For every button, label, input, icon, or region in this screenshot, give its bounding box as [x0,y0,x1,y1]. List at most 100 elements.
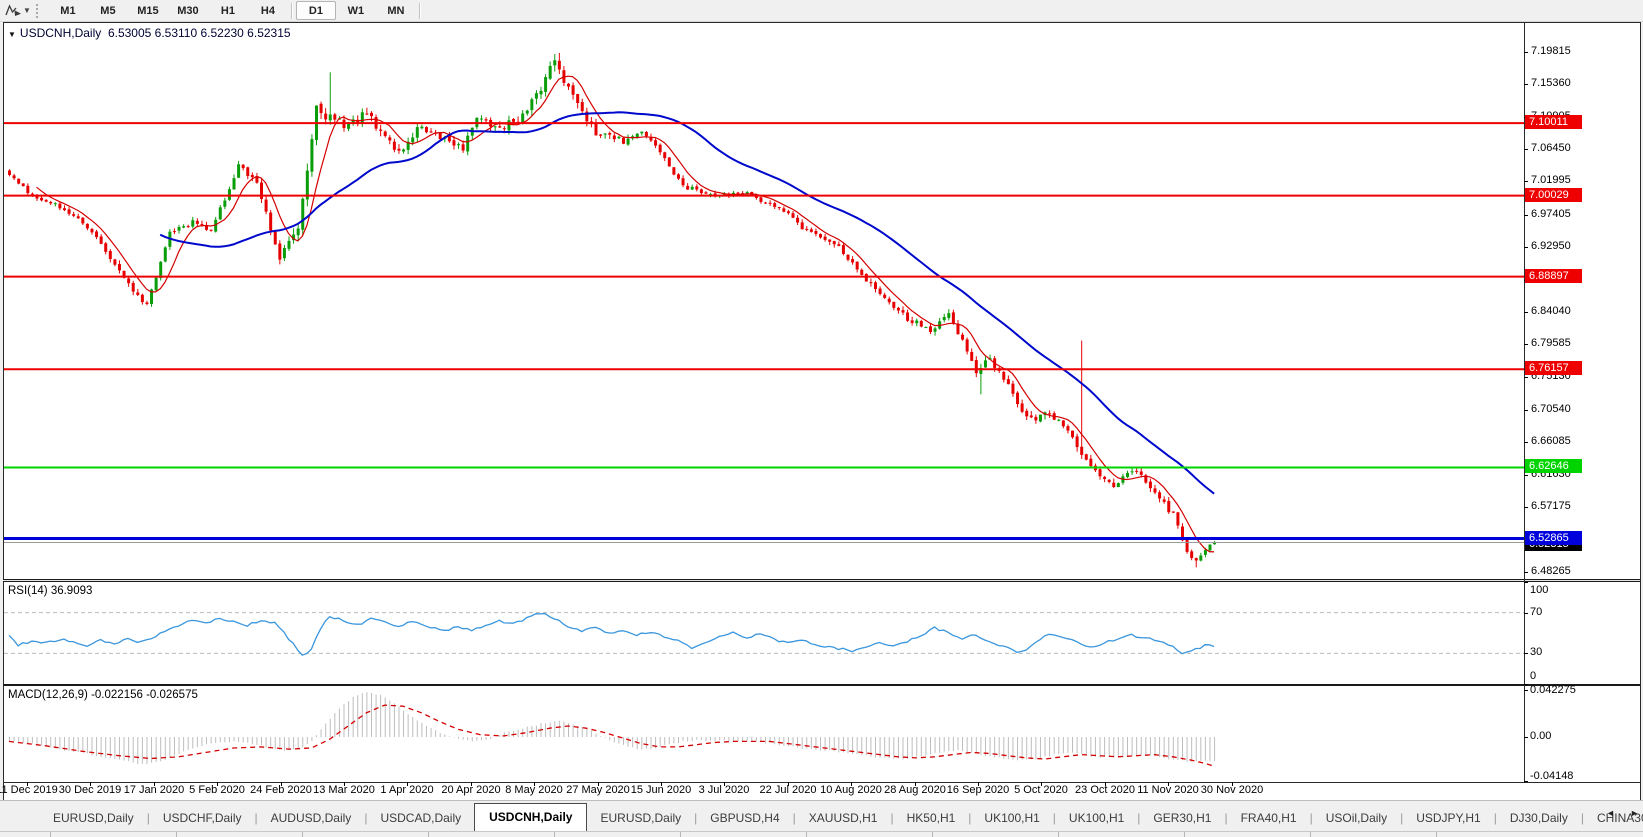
toolbar-separator [291,3,293,19]
price-tick-mark [1524,344,1528,345]
chart-tab-dj30-daily[interactable]: DJ30,Daily [1497,806,1581,831]
level-price-label: 6.52865 [1525,531,1582,545]
timeframe-button-w1[interactable]: W1 [336,1,376,20]
price-tick-mark [1524,442,1528,443]
chart-tab-usdchf-daily[interactable]: USDCHF,Daily [150,806,255,831]
macd-tick-mark [1524,690,1528,691]
price-tick-mark [1524,572,1528,573]
time-tick-label: 11 Nov 2020 [1137,784,1199,796]
macd-tick-label: 0.042275 [1530,684,1576,696]
time-tick-label: 27 May 2020 [566,784,630,796]
chart-tab-hk50-h1[interactable]: HK50,H1 [894,806,969,831]
tabs-scroll-right-icon[interactable]: ► [1630,808,1639,818]
tabs-scroll-left-icon[interactable]: ◄ [1606,808,1615,818]
chart-tab-eurusd-daily[interactable]: EURUSD,Daily [40,806,147,831]
time-tick-label: 30 Nov 2020 [1201,784,1263,796]
strip-separator [302,832,303,837]
chart-symbol: USDCNH,Daily [20,26,101,40]
strip-separator [176,832,177,837]
chart-tab-usdcnh-daily[interactable]: USDCNH,Daily [474,803,587,831]
price-axis-line[interactable] [1524,22,1525,782]
level-price-label: 6.62646 [1525,459,1582,473]
time-tick-label: 16 Sep 2020 [947,784,1009,796]
strip-separator [1058,832,1059,837]
strip-separator [806,832,807,837]
time-tick-label: 10 Aug 2020 [820,784,882,796]
macd-label: MACD(12,26,9) -0.022156 -0.026575 [8,689,198,701]
price-tick-label: 6.70540 [1531,403,1571,415]
panel-splitter-main-rsi[interactable] [3,579,1640,582]
time-tick-label: 17 Jan 2020 [124,784,185,796]
time-tick-label: 8 May 2020 [505,784,562,796]
price-tick-label: 7.06450 [1531,142,1571,154]
price-tick-label: 6.97405 [1531,208,1571,220]
chart-tab-uk100-h1[interactable]: UK100,H1 [1056,806,1137,831]
chart-tab-xauusd-h1[interactable]: XAUUSD,H1 [796,806,891,831]
panel-splitter-rsi-macd[interactable] [3,684,1640,686]
rsi-chart-surface[interactable] [4,582,1524,684]
strip-separator [680,832,681,837]
timeframe-button-m5[interactable]: M5 [88,1,128,20]
price-tick-label: 6.84040 [1531,305,1571,317]
price-chart-surface[interactable] [4,22,1524,579]
rsi-label: RSI(14) 36.9093 [8,585,92,597]
strip-separator [1184,832,1185,837]
macd-panel-border-bottom [3,782,1640,783]
rsi-tick-mark [1524,582,1528,583]
price-tick-label: 7.19815 [1531,45,1571,57]
macd-tick-label: 0.00 [1530,730,1551,742]
rsi-tick-mark [1524,684,1528,685]
time-tick-label: 23 Oct 2020 [1075,784,1135,796]
chart-tab-eurusd-daily[interactable]: EURUSD,Daily [587,806,694,831]
price-tick-mark [1524,52,1528,53]
chart-tab-uk100-h1[interactable]: UK100,H1 [971,806,1052,831]
time-tick-label: 11 Dec 2019 [0,784,58,796]
macd-tick-mark [1524,781,1528,782]
level-price-label: 6.76157 [1525,361,1582,375]
price-tick-mark [1524,149,1528,150]
time-tick-label: 5 Oct 2020 [1014,784,1068,796]
chart-tab-audusd-daily[interactable]: AUDUSD,Daily [258,806,365,831]
time-tick-label: 3 Jul 2020 [699,784,750,796]
cursor-tool-icon[interactable] [4,4,22,18]
rsi-tick-label: 30 [1530,646,1542,658]
timeframe-button-d1[interactable]: D1 [296,1,336,20]
toolbar-separator [419,3,421,19]
price-tick-mark [1524,507,1528,508]
macd-chart-surface[interactable] [4,686,1524,782]
time-tick-label: 30 Dec 2019 [59,784,121,796]
price-tick-mark [1524,181,1528,182]
timeframe-button-mn[interactable]: MN [376,1,416,20]
timeframe-button-h4[interactable]: H4 [248,1,288,20]
price-tick-label: 6.48265 [1531,565,1571,577]
time-tick-label: 28 Aug 2020 [884,784,946,796]
rsi-tick-label: 0 [1530,670,1536,682]
price-tick-label: 7.15360 [1531,77,1571,89]
tool-dropdown-icon[interactable]: ▼ [23,6,31,15]
time-tick-label: 22 Jul 2020 [760,784,817,796]
time-tick-label: 15 Jun 2020 [631,784,692,796]
macd-tick-label: -0.04148 [1530,770,1573,782]
price-tick-mark [1524,247,1528,248]
timeframe-button-m15[interactable]: M15 [128,1,168,20]
chart-tab-gbpusd-h4[interactable]: GBPUSD,H4 [697,806,792,831]
chart-tab-ger30-h1[interactable]: GER30,H1 [1140,806,1224,831]
time-tick-label: 24 Feb 2020 [250,784,312,796]
strip-separator [554,832,555,837]
collapse-triangle-icon[interactable]: ▼ [8,30,16,39]
time-tick-label: 20 Apr 2020 [441,784,500,796]
price-tick-label: 6.92950 [1531,240,1571,252]
timeframe-button-h1[interactable]: H1 [208,1,248,20]
rsi-tick-mark [1524,613,1528,614]
timeframe-button-m1[interactable]: M1 [48,1,88,20]
toolbar-grip[interactable] [36,4,44,18]
price-tick-label: 6.66085 [1531,435,1571,447]
macd-tick-mark [1524,737,1528,738]
chart-tab-usoil-daily[interactable]: USOil,Daily [1313,806,1400,831]
chart-tab-fra40-h1[interactable]: FRA40,H1 [1228,806,1310,831]
rsi-tick-mark [1524,653,1528,654]
chart-tab-usdjpy-h1[interactable]: USDJPY,H1 [1403,806,1493,831]
timeframe-button-m30[interactable]: M30 [168,1,208,20]
price-tick-label: 6.79585 [1531,337,1571,349]
chart-tab-usdcad-daily[interactable]: USDCAD,Daily [367,806,474,831]
